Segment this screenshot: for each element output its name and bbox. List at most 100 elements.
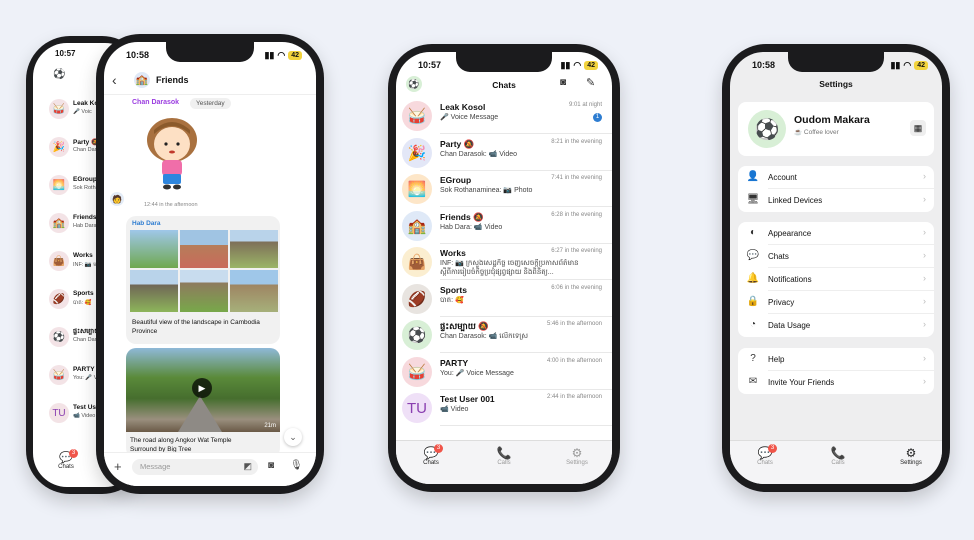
tab-calls[interactable]: 📞 Calls: [479, 446, 529, 466]
settings-title: Settings: [819, 79, 853, 89]
chevron-right-icon: ›: [923, 194, 926, 204]
album-photo-2[interactable]: [180, 230, 228, 268]
tab-label: Settings: [900, 460, 922, 466]
scroll-down-button[interactable]: ⌄: [284, 428, 302, 446]
chat-preview: You: 🎤 Voice Message: [440, 369, 514, 377]
settings-row-privacy[interactable]: 🔒 Privacy ›: [738, 291, 934, 314]
back-chat-avatar: 🌅: [49, 175, 69, 195]
microphone-icon[interactable]: 🎙: [290, 460, 303, 471]
settings-group-account: 👤 Account › 🖥 Linked Devices ›: [738, 166, 934, 212]
profile-card[interactable]: ⚽ Oudom Makara ☕ Coffee lover ▦: [738, 102, 934, 156]
back-chat-name: EGroup: [73, 176, 97, 183]
chat-row[interactable]: 👜 Works INF: 📷 ក្រសួងសេដ្ឋកិច្ច ​ចេញសេចក្ដ…: [396, 244, 612, 280]
settings-row-notifications[interactable]: 🔔 Notifications ›: [738, 268, 934, 291]
chat-preview: Hab Dara: 📹 Video: [440, 223, 503, 231]
chat-row[interactable]: 🥁 Leak Kosol 🎤 Voice Message 9:01 at night 1: [396, 98, 612, 134]
back-button[interactable]: ‹: [112, 72, 117, 88]
chat-row[interactable]: 🎉 Party 🔕 Chan Darasok: 📹 Video 8:21 in the…: [396, 135, 612, 171]
sender-name: Chan Darasok: [132, 99, 180, 106]
chat-row[interactable]: 🥁 PARTY You: 🎤 Voice Message 4:00 in the af…: [396, 354, 612, 390]
message-input[interactable]: Message ◩: [132, 459, 258, 475]
settings-row-label: Invite Your Friends: [768, 378, 835, 387]
settings-tab-icon: ⚙: [571, 446, 583, 460]
chat-avatar: TU: [402, 393, 432, 423]
settings-row-label: Chats: [768, 252, 789, 261]
camera-icon[interactable]: ◙: [560, 77, 566, 88]
conversation-phone-frame: 10:58 ▮▮ ◠ 42 ‹ 🏫 Friends Chan Darasok Yes…: [96, 34, 324, 494]
settings-row-label: Help: [768, 355, 785, 364]
back-chat-avatar: 🥁: [49, 99, 69, 119]
settings-row-label: Appearance: [768, 229, 812, 238]
chat-row[interactable]: 🌅 EGroup Sok Rothanaminea: 📷 Photo 7:41 in …: [396, 171, 612, 207]
chats-tab-icon: 💬: [423, 446, 439, 460]
profile-avatar: ⚽: [748, 110, 786, 148]
settings-row-data-usage[interactable]: ◔ Data Usage ›: [738, 314, 934, 337]
back-chat-avatar: ⚽: [49, 327, 69, 347]
qr-code-icon[interactable]: ▦: [910, 120, 926, 136]
back-chat-avatar: 🏫: [49, 213, 69, 233]
settings-row-help[interactable]: ? Help ›: [738, 348, 934, 371]
tab-calls[interactable]: 📞 Calls: [813, 446, 863, 466]
tab-settings[interactable]: ⚙ Settings: [552, 446, 602, 466]
battery-indicator: 42: [914, 61, 928, 70]
attach-plus-icon[interactable]: +: [114, 459, 122, 474]
compose-icon[interactable]: ✎: [586, 76, 595, 89]
chat-preview: Chan Darasok: 📹 ​លើកទេស្រ: [440, 333, 529, 340]
chat-preview: Chan Darasok: 📹 Video: [440, 150, 518, 158]
settings-row-label: Privacy: [768, 298, 795, 307]
appearance-icon: ◐: [749, 227, 757, 238]
chat-avatar: 🏈: [402, 283, 432, 314]
back-tab-chats[interactable]: 💬 Chats 3: [51, 449, 81, 470]
settings-row-appearance[interactable]: ◐ Appearance ›: [738, 222, 934, 245]
back-chat-preview: INF: 📷 ម: [73, 262, 97, 268]
data-usage-icon: ◔: [749, 319, 757, 330]
back-chat-avatar: 👜: [49, 251, 69, 271]
chat-row[interactable]: TU Test User 001 📹 Video 2:44 in the aftern…: [396, 390, 612, 426]
message-placeholder: Message: [140, 462, 171, 471]
settings-phone-screen: 10:58 ▮▮ ◠ 42 Settings ⚽ Oudom Makara ☕ Co…: [730, 52, 942, 484]
settings-row-invite-your-friends[interactable]: ✉ Invite Your Friends ›: [738, 371, 934, 394]
album-bubble[interactable]: Hab Dara Beautiful view of the landscape…: [126, 216, 280, 344]
chat-row[interactable]: ⚽ ផ្ទះសម្បាយ 🔕 Chan Darasok: 📹 ​លើកទេស្រ 5:…: [396, 317, 612, 353]
chats-phone-screen: 10:57 ▮▮ ◠ 42 ⚽ Chats ◙ ✎ 🥁 Leak Kosol 🎤 Voi…: [396, 52, 612, 484]
album-photo-1[interactable]: [130, 230, 178, 268]
tab-settings[interactable]: ⚙ Settings: [886, 446, 936, 466]
back-chat-avatar: TU: [49, 403, 69, 423]
play-button-icon[interactable]: ▶: [192, 378, 212, 398]
album-photo-4[interactable]: [130, 270, 178, 312]
help-icon: ?: [750, 353, 756, 364]
back-tab-chats-label: Chats: [58, 464, 74, 470]
tab-badge: 3: [434, 444, 443, 453]
album-photo-5[interactable]: [180, 270, 228, 312]
album-photo-6[interactable]: [230, 270, 278, 312]
tab-chats[interactable]: 💬 Chats 3: [740, 444, 790, 466]
tab-chats[interactable]: 💬 Chats 3: [406, 444, 456, 466]
status-bar: 10:58 ▮▮ ◠ 42: [730, 58, 942, 72]
signal-icon: ▮▮: [890, 60, 901, 70]
tab-label: Chats: [757, 460, 773, 466]
signal-icon: ▮▮: [560, 60, 571, 70]
tab-badge: 3: [768, 444, 777, 453]
chat-preview: 📹 Video: [440, 406, 469, 413]
back-chat-name: Sports: [73, 290, 94, 297]
group-avatar: 🏫: [134, 72, 150, 88]
wifi-icon: ◠: [903, 60, 912, 70]
tab-bar: 💬 Chats 3 📞 Calls ⚙ Settings: [396, 440, 612, 484]
back-tab-badge: 3: [69, 449, 78, 458]
sticker-icon[interactable]: ◩: [243, 461, 252, 472]
chat-row[interactable]: 🏈 Sports បាត: 🥰 6:06 in the evening: [396, 281, 612, 317]
chevron-right-icon: ›: [923, 319, 926, 329]
battery-indicator: 42: [584, 61, 598, 70]
chat-row[interactable]: 🏫 Friends 🔕 Hab Dara: 📹 Video 6:28 in the e…: [396, 208, 612, 244]
video-thumbnail[interactable]: ▶ 21m: [126, 348, 280, 432]
album-photo-3[interactable]: [230, 230, 278, 268]
settings-row-chats[interactable]: 💬 Chats ›: [738, 245, 934, 268]
settings-row-linked-devices[interactable]: 🖥 Linked Devices ›: [738, 189, 934, 212]
settings-row-account[interactable]: 👤 Account ›: [738, 166, 934, 189]
chats-phone-frame: 10:57 ▮▮ ◠ 42 ⚽ Chats ◙ ✎ 🥁 Leak Kosol 🎤 Voi…: [388, 44, 620, 492]
chevron-right-icon: ›: [923, 171, 926, 181]
chat-list: 🥁 Leak Kosol 🎤 Voice Message 9:01 at night 1…: [396, 98, 612, 438]
camera-icon[interactable]: ◙: [268, 460, 274, 471]
video-bubble[interactable]: ▶ 21m The road along Angkor Wat Temple S…: [126, 348, 280, 458]
chats-title: Chats: [492, 80, 516, 90]
